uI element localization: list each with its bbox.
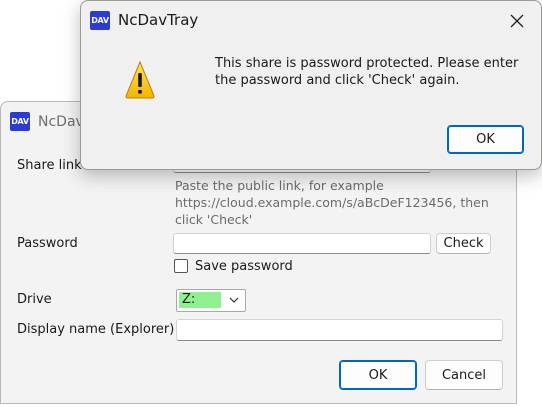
password-input[interactable] xyxy=(173,233,431,254)
screen: DAV NcDavTray Share link Paste the publi… xyxy=(0,0,542,407)
message-box: DAV NcDavTray This share is password pro… xyxy=(80,0,542,170)
msgbox-title: NcDavTray xyxy=(118,11,199,29)
save-password-checkbox[interactable] xyxy=(174,259,188,273)
msgbox-message: This share is password protected. Please… xyxy=(215,56,519,88)
chevron-down-icon xyxy=(229,297,239,303)
share-link-label: Share link xyxy=(17,158,82,173)
msgbox-logo-icon: DAV xyxy=(90,11,110,30)
close-icon[interactable] xyxy=(508,12,526,30)
display-name-input[interactable] xyxy=(176,319,503,341)
msgbox-ok-button[interactable]: OK xyxy=(447,125,524,154)
display-name-label: Display name (Explorer) xyxy=(17,322,175,337)
share-link-hint: Paste the public link, for example https… xyxy=(175,178,489,227)
password-label: Password xyxy=(17,236,78,251)
drive-selected-value: Z: xyxy=(179,292,221,308)
warning-icon xyxy=(125,60,155,99)
drive-select[interactable]: Z: xyxy=(176,289,246,312)
drive-label: Drive xyxy=(17,292,52,307)
check-button[interactable]: Check xyxy=(436,233,491,254)
cancel-button[interactable]: Cancel xyxy=(425,360,503,390)
ok-button[interactable]: OK xyxy=(339,360,417,390)
app-logo-icon: DAV xyxy=(10,112,30,131)
save-password-label[interactable]: Save password xyxy=(195,259,293,274)
